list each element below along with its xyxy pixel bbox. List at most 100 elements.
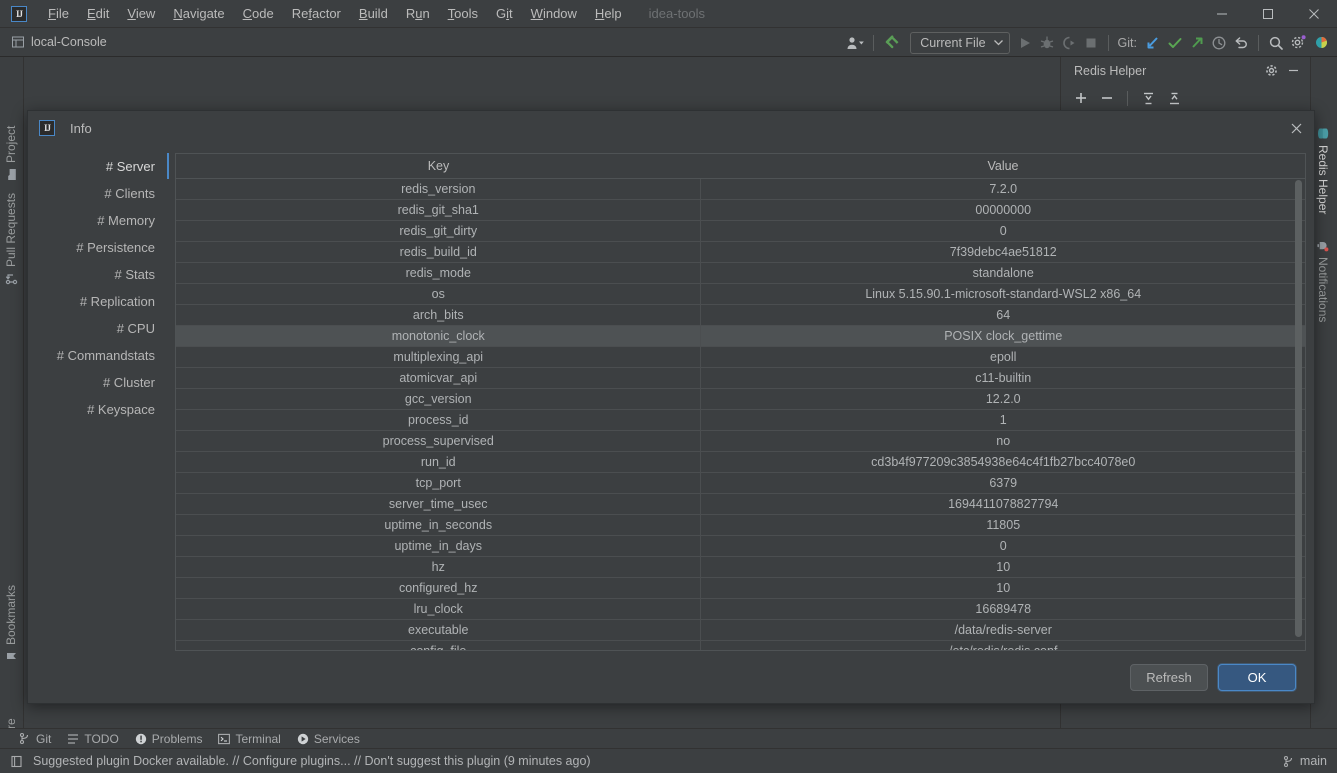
table-row[interactable]: gcc_version 12.2.0 (176, 388, 1305, 410)
info-section-clients[interactable]: # Clients (28, 180, 167, 207)
table-row[interactable]: process_id 1 (176, 409, 1305, 431)
add-icon[interactable] (1069, 86, 1093, 110)
search-everywhere-icon[interactable] (1265, 32, 1287, 54)
maximize-icon[interactable] (1245, 0, 1291, 28)
info-section-cluster[interactable]: # Cluster (28, 369, 167, 396)
updates-icon[interactable] (880, 32, 906, 54)
minimize-icon[interactable] (1199, 0, 1245, 28)
project-icon (7, 169, 16, 180)
sidebar-item-project[interactable]: Project (4, 126, 18, 181)
expand-all-icon[interactable] (1136, 86, 1160, 110)
menu-item-window[interactable]: Window (522, 2, 586, 25)
run-coverage-icon[interactable] (1058, 32, 1080, 54)
status-branch-widget[interactable]: main (1283, 754, 1327, 768)
stop-icon[interactable] (1080, 32, 1102, 54)
bottom-tab-problems[interactable]: Problems (128, 730, 210, 748)
table-row[interactable]: arch_bits 64 (176, 304, 1305, 326)
table-vertical-scrollbar[interactable] (1294, 180, 1303, 648)
breadcrumb[interactable]: local-Console (0, 35, 107, 49)
collapse-all-icon[interactable] (1162, 86, 1186, 110)
info-section-commandstats[interactable]: # Commandstats (28, 342, 167, 369)
table-row[interactable]: configured_hz 10 (176, 577, 1305, 599)
table-row[interactable]: config_file/etc/redis/redis.conf (176, 640, 1305, 650)
table-cell-key: uptime_in_days (176, 535, 702, 557)
menu-item-edit[interactable]: Edit (78, 2, 118, 25)
settings-icon[interactable] (1287, 32, 1310, 54)
ok-button[interactable]: OK (1218, 663, 1296, 691)
git-push-icon[interactable] (1186, 32, 1208, 54)
git-rollback-icon[interactable] (1230, 32, 1252, 54)
status-message[interactable]: Suggested plugin Docker available. // Co… (33, 754, 591, 768)
ai-assistant-icon[interactable] (1310, 32, 1333, 54)
debug-icon[interactable] (1036, 32, 1058, 54)
table-row[interactable]: tcp_port 6379 (176, 472, 1305, 494)
menu-item-run[interactable]: Run (397, 2, 439, 25)
minimize-icon[interactable] (1282, 60, 1304, 82)
notifications-icon (1317, 242, 1329, 252)
menu-item-file[interactable]: FFileile (39, 2, 78, 25)
info-section-keyspace[interactable]: # Keyspace (28, 396, 167, 423)
table-row[interactable]: os Linux 5.15.90.1-microsoft-standard-WSL… (176, 283, 1305, 305)
git-commit-icon[interactable] (1164, 32, 1186, 54)
table-row[interactable]: uptime_in_seconds 11805 (176, 514, 1305, 536)
column-header-key[interactable]: Key (176, 154, 701, 179)
table-row[interactable]: executable/data/redis-server (176, 619, 1305, 641)
bottom-tab-services[interactable]: Services (290, 730, 367, 748)
table-row[interactable]: redis_git_sha1 00000000 (176, 199, 1305, 221)
idea-window: IJ FFileile Edit View Navigate Code Refa… (0, 0, 1337, 773)
menu-item-git[interactable]: Git (487, 2, 522, 25)
menu-item-view[interactable]: View (118, 2, 164, 25)
table-row[interactable]: multiplexing_api epoll (176, 346, 1305, 368)
info-section-persistence[interactable]: # Persistence (28, 234, 167, 261)
remove-icon[interactable] (1095, 86, 1119, 110)
gear-icon[interactable] (1260, 60, 1282, 82)
sidebar-item-pull-requests[interactable]: Pull Requests (4, 193, 18, 285)
table-row[interactable]: monotonic_clock POSIX clock_gettime (176, 325, 1305, 347)
table-row[interactable]: uptime_in_days 0 (176, 535, 1305, 557)
menu-item-help[interactable]: Help (586, 2, 631, 25)
table-row[interactable]: redis_build_id 7f39debc4ae51812 (176, 241, 1305, 263)
table-row[interactable]: server_time_usec 1694411078827794 (176, 493, 1305, 515)
table-row[interactable]: redis_git_dirty 0 (176, 220, 1305, 242)
run-configuration-selector[interactable]: Current File (910, 31, 1010, 54)
account-icon[interactable] (843, 32, 867, 54)
table-row[interactable]: process_supervised no (176, 430, 1305, 452)
close-icon[interactable] (1286, 118, 1306, 138)
bottom-tab-todo[interactable]: TODO (60, 730, 125, 748)
info-table-container[interactable]: Key Value redis_version 7.2.0 redis_git_sh… (175, 153, 1306, 651)
menu-bar: FFileile Edit View Navigate Code Refacto… (39, 0, 631, 28)
sidebar-item-redis-helper[interactable]: Redis Helper (1316, 127, 1330, 214)
table-cell-key: lru_clock (176, 598, 702, 620)
menu-item-navigate[interactable]: Navigate (164, 2, 233, 25)
menu-item-code[interactable]: Code (234, 2, 283, 25)
info-section-cpu[interactable]: # CPU (28, 315, 167, 342)
table-row[interactable]: redis_version 7.2.0 (176, 178, 1305, 200)
table-row[interactable]: redis_mode standalone (176, 262, 1305, 284)
sidebar-item-bookmarks[interactable]: Bookmarks (4, 585, 18, 662)
table-cell-value: 64 (700, 304, 1305, 326)
bottom-tab-terminal[interactable]: Terminal (211, 730, 287, 748)
sidebar-item-notifications[interactable]: Notifications (1316, 239, 1330, 322)
scrollbar-thumb[interactable] (1295, 180, 1302, 637)
git-history-icon[interactable] (1208, 32, 1230, 54)
info-section-stats[interactable]: # Stats (28, 261, 167, 288)
run-icon[interactable] (1014, 32, 1036, 54)
menu-item-refactor[interactable]: Refactor (283, 2, 350, 25)
info-section-memory[interactable]: # Memory (28, 207, 167, 234)
event-log-icon[interactable] (10, 755, 23, 768)
refresh-button[interactable]: Refresh (1130, 663, 1208, 691)
table-cell-value: /data/redis-server (700, 619, 1305, 641)
table-row[interactable]: run_id cd3b4f977209c3854938e64c4f1fb27bcc… (176, 451, 1305, 473)
table-row[interactable]: atomicvar_api c11-builtin (176, 367, 1305, 389)
menu-item-tools[interactable]: Tools (439, 2, 487, 25)
info-dialog: IJ Info # Server # Clients # Memory # Pe… (27, 110, 1315, 704)
bottom-tab-git[interactable]: Git (12, 730, 58, 748)
column-header-value[interactable]: Value (700, 154, 1305, 179)
info-section-replication[interactable]: # Replication (28, 288, 167, 315)
close-icon[interactable] (1291, 0, 1337, 28)
table-row[interactable]: hz 10 (176, 556, 1305, 578)
info-section-server[interactable]: # Server (28, 153, 167, 180)
git-update-icon[interactable] (1142, 32, 1164, 54)
menu-item-build[interactable]: Build (350, 2, 397, 25)
table-row[interactable]: lru_clock 16689478 (176, 598, 1305, 620)
